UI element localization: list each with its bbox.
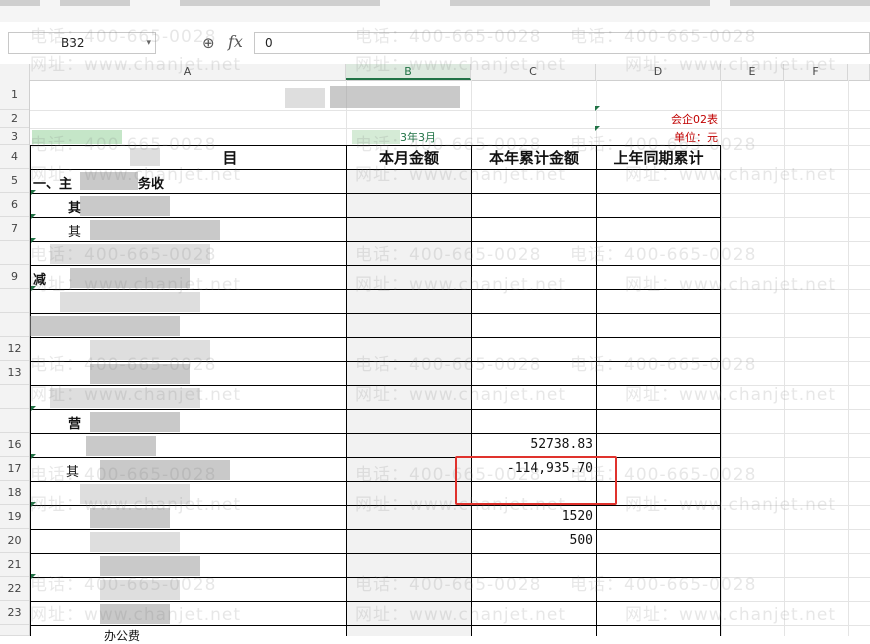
row-label: 其 [68,225,82,240]
toolbar-item[interactable] [730,0,870,6]
cell-c20[interactable]: 500 [472,533,593,548]
watermark-phone: 电话：400-665-0028 [30,355,217,375]
row-header[interactable]: 3 [0,128,29,145]
cell-c16[interactable]: 52738.83 [472,437,593,452]
watermark-site: 网址：www.chanjet.net [30,55,242,75]
watermark-site: 网址：www.chanjet.net [355,275,567,295]
report-title-redacted [330,86,460,108]
watermark-phone: 电话：400-665-0028 [355,27,542,47]
watermark-site: 网址：www.chanjet.net [625,385,837,405]
row-header[interactable]: 19 [0,505,29,529]
row-header[interactable] [0,313,29,337]
cell-note-marker [31,454,36,459]
row-label: 营 [68,417,82,432]
row-header[interactable]: 4 [0,145,29,169]
row-header[interactable]: 17 [0,457,29,481]
watermark-phone: 电话：400-665-0028 [30,465,217,485]
row-header[interactable] [0,625,29,636]
row-header[interactable]: 23 [0,601,29,625]
row-header[interactable]: 9 [0,265,29,289]
form-code: 会企02表 [671,113,718,126]
cell-note-marker [31,406,36,411]
watermark-phone: 电话：400-665-0028 [570,245,757,265]
row-header[interactable]: 16 [0,433,29,457]
watermark-site: 网址：www.chanjet.net [30,275,242,295]
row-header[interactable]: 22 [0,577,29,601]
watermark-phone: 电话：400-665-0028 [30,575,217,595]
watermark-phone: 电话：400-665-0028 [355,135,542,155]
watermark-site: 网址：www.chanjet.net [30,495,242,515]
toolbar-item[interactable] [450,0,710,6]
watermark-phone: 电话：400-665-0028 [355,355,542,375]
toolbar-item[interactable] [180,0,380,6]
row-header[interactable]: 7 [0,217,29,241]
watermark-phone: 电话：400-665-0028 [30,245,217,265]
watermark-site: 网址：www.chanjet.net [625,275,837,295]
watermark-phone: 电话：400-665-0028 [30,27,217,47]
row-header[interactable] [0,289,29,313]
watermark-phone: 电话：400-665-0028 [355,575,542,595]
cell-note-marker [31,214,36,219]
row-header[interactable]: 2 [0,110,29,128]
watermark-site: 网址：www.chanjet.net [355,55,567,75]
row-header[interactable]: 6 [0,193,29,217]
row-headers: 1 2 3 4 5 6 7 9 12 13 16 17 18 19 20 21 … [0,80,30,636]
watermark-site: 网址：www.chanjet.net [355,165,567,185]
watermark-site: 网址：www.chanjet.net [30,385,242,405]
watermark-phone: 电话：400-665-0028 [570,135,757,155]
sheet-grid[interactable]: 会企02表 单位：元 3年3月 目 本月金额 本年累计金额 上年同期累计 一、主… [30,27,870,643]
watermark-phone: 电话：400-665-0028 [570,575,757,595]
watermark-site: 网址：www.chanjet.net [30,165,242,185]
watermark-site: 网址：www.chanjet.net [355,385,567,405]
ribbon-toolbar [0,0,870,23]
toolbar-item[interactable] [60,0,130,6]
highlight-annotation [455,456,617,505]
row-header[interactable]: 20 [0,529,29,553]
select-all-corner[interactable] [0,64,30,80]
toolbar-item[interactable] [0,0,40,6]
row-header[interactable]: 5 [0,169,29,193]
row-header[interactable] [0,409,29,433]
watermark-phone: 电话：400-665-0028 [355,245,542,265]
watermark-site: 网址：www.chanjet.net [625,165,837,185]
row-header[interactable]: 21 [0,553,29,577]
watermark-site: 网址：www.chanjet.net [30,605,242,625]
row-header[interactable] [0,241,29,265]
row-header[interactable]: 18 [0,481,29,505]
row-header[interactable]: 12 [0,337,29,361]
row-header[interactable]: 13 [0,361,29,385]
watermark-phone: 电话：400-665-0028 [570,27,757,47]
row-header[interactable] [0,385,29,409]
watermark-phone: 电话：400-665-0028 [570,355,757,375]
watermark-phone: 电话：400-665-0028 [30,135,217,155]
column-header-g[interactable] [848,64,870,80]
function-icon[interactable]: fx [228,32,243,51]
watermark-site: 网址：www.chanjet.net [625,55,837,75]
watermark-site: 网址：www.chanjet.net [625,605,837,625]
watermark-site: 网址：www.chanjet.net [355,605,567,625]
row-header[interactable]: 1 [0,80,29,110]
watermark-site: 网址：www.chanjet.net [625,495,837,515]
